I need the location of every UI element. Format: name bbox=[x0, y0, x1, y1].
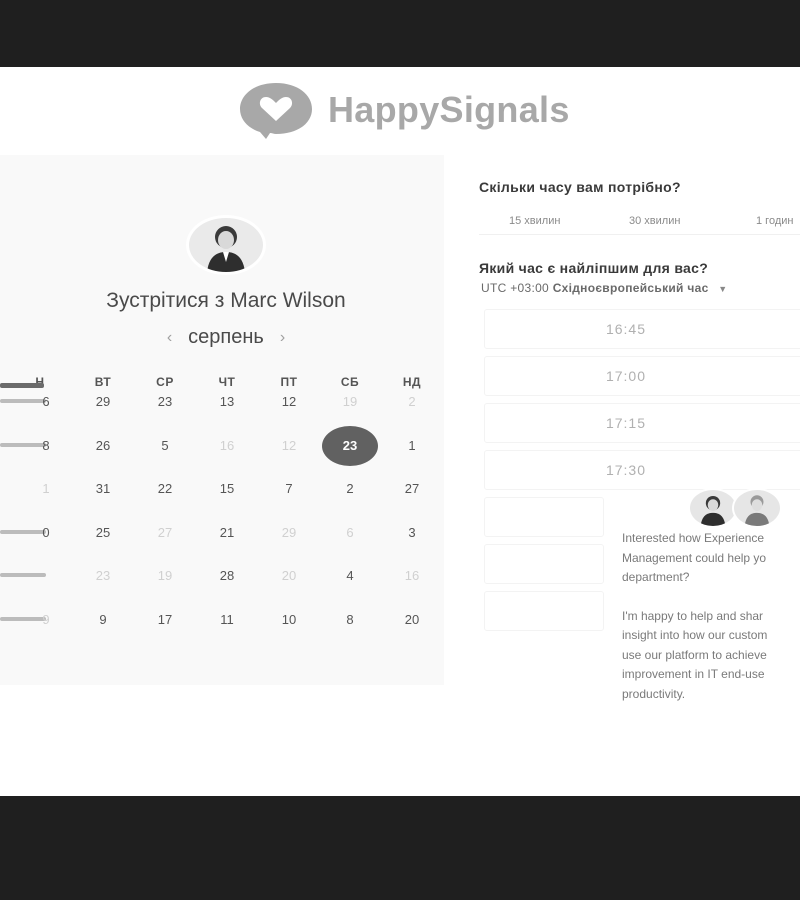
selected-day[interactable]: 23 bbox=[322, 426, 378, 466]
timezone-name: Східноєвропейський час bbox=[552, 281, 709, 295]
chat-avatars bbox=[688, 488, 784, 528]
chat-message: Interested how Experience Management cou… bbox=[622, 531, 767, 584]
calendar-day[interactable]: 27 bbox=[390, 474, 434, 504]
timezone-selector[interactable]: UTC +03:00 Східноєвропейський час ▼ bbox=[481, 281, 727, 295]
calendar-day[interactable]: 20 bbox=[390, 605, 434, 635]
time-question: Який час є найліпшим для вас? bbox=[479, 260, 709, 276]
time-slot[interactable]: 17:15 bbox=[484, 403, 800, 443]
person-icon bbox=[207, 226, 245, 272]
calendar-day[interactable]: 17 bbox=[143, 605, 187, 635]
calendar-day[interactable]: 23 bbox=[81, 561, 125, 591]
calendar-day[interactable]: 22 bbox=[143, 474, 187, 504]
calendar-day[interactable]: 29 bbox=[81, 387, 125, 417]
calendar-day[interactable]: 6 bbox=[328, 518, 372, 548]
calendar-day[interactable]: 2 bbox=[390, 387, 434, 417]
brand-logo: HappySignals bbox=[236, 79, 570, 141]
calendar-panel: Зустрітися з Marc Wilson ‹ серпень › Н ВТ… bbox=[0, 155, 444, 685]
calendar-day[interactable]: 27 bbox=[143, 518, 187, 548]
time-slot[interactable] bbox=[484, 544, 604, 584]
chevron-left-icon[interactable]: ‹ bbox=[167, 329, 172, 347]
avatar bbox=[688, 488, 738, 528]
brand-name: HappySignals bbox=[328, 89, 570, 130]
avatar bbox=[732, 488, 782, 528]
calendar-day[interactable]: 8 bbox=[24, 431, 68, 461]
calendar-day[interactable]: 9 bbox=[24, 605, 68, 635]
calendar-day[interactable]: 19 bbox=[143, 561, 187, 591]
calendar-day[interactable]: 19 bbox=[328, 387, 372, 417]
calendar-day[interactable]: 26 bbox=[81, 431, 125, 461]
scheduling-page: HappySignals Зустрітися з Marc Wilson ‹ … bbox=[0, 67, 800, 796]
timezone-offset: UTC +03:00 bbox=[481, 281, 550, 295]
calendar-day[interactable]: 21 bbox=[205, 518, 249, 548]
duration-question: Скільки часу вам потрібно? bbox=[479, 179, 681, 195]
caret-down-icon: ▼ bbox=[718, 284, 728, 294]
person-icon bbox=[744, 495, 770, 526]
calendar-day[interactable]: 31 bbox=[81, 474, 125, 504]
calendar-day[interactable]: 8 bbox=[328, 605, 372, 635]
calendar-day[interactable]: 23 bbox=[143, 387, 187, 417]
time-slot[interactable]: 17:00 bbox=[484, 356, 800, 396]
time-slot[interactable]: 17:30 bbox=[484, 450, 800, 490]
calendar-day[interactable]: 10 bbox=[267, 605, 311, 635]
calendar-day[interactable]: 4 bbox=[328, 561, 372, 591]
calendar-day[interactable]: 5 bbox=[143, 431, 187, 461]
calendar-day[interactable]: 1 bbox=[390, 431, 434, 461]
calendar-day[interactable]: 29 bbox=[267, 518, 311, 548]
time-slot[interactable] bbox=[484, 591, 604, 631]
duration-option[interactable]: 1 годин bbox=[727, 207, 800, 235]
calendar-day[interactable]: 3 bbox=[390, 518, 434, 548]
calendar-day[interactable]: 16 bbox=[205, 431, 249, 461]
calendar-day[interactable]: 25 bbox=[81, 518, 125, 548]
chat-message: I'm happy to help and shar insight into … bbox=[622, 608, 768, 701]
calendar-day[interactable]: 9 bbox=[81, 605, 125, 635]
calendar-day[interactable]: 13 bbox=[205, 387, 249, 417]
chat-widget[interactable]: Interested how Experience Management cou… bbox=[606, 509, 800, 719]
duration-options: 15 хвилин 30 хвилин 1 годин bbox=[479, 207, 800, 235]
month-navigator: ‹ серпень › bbox=[0, 326, 452, 349]
calendar-day[interactable]: 6 bbox=[24, 387, 68, 417]
host-avatar bbox=[186, 215, 266, 275]
time-slot[interactable] bbox=[484, 497, 604, 537]
duration-option[interactable]: 15 хвилин bbox=[479, 207, 599, 235]
chevron-right-icon[interactable]: › bbox=[280, 329, 285, 347]
calendar-day[interactable]: 2 bbox=[328, 474, 372, 504]
calendar-day[interactable]: 11 bbox=[205, 605, 249, 635]
heart-speech-bubble-icon bbox=[240, 83, 312, 139]
calendar-day[interactable]: 12 bbox=[267, 387, 311, 417]
calendar-day[interactable]: 12 bbox=[267, 431, 311, 461]
person-icon bbox=[700, 495, 726, 526]
calendar-day[interactable]: 0 bbox=[24, 518, 68, 548]
calendar-day[interactable]: 1 bbox=[24, 474, 68, 504]
meet-title: Зустрітися з Marc Wilson bbox=[106, 289, 346, 312]
duration-option[interactable]: 30 хвилин bbox=[599, 207, 727, 235]
calendar-day[interactable]: 28 bbox=[205, 561, 249, 591]
calendar-day[interactable]: 20 bbox=[267, 561, 311, 591]
calendar-day[interactable] bbox=[24, 561, 68, 591]
calendar-day[interactable]: 15 bbox=[205, 474, 249, 504]
calendar-day[interactable]: 7 bbox=[267, 474, 311, 504]
time-slot[interactable]: 16:45 bbox=[484, 309, 800, 349]
current-month: серпень bbox=[188, 326, 264, 348]
calendar-day[interactable]: 16 bbox=[390, 561, 434, 591]
